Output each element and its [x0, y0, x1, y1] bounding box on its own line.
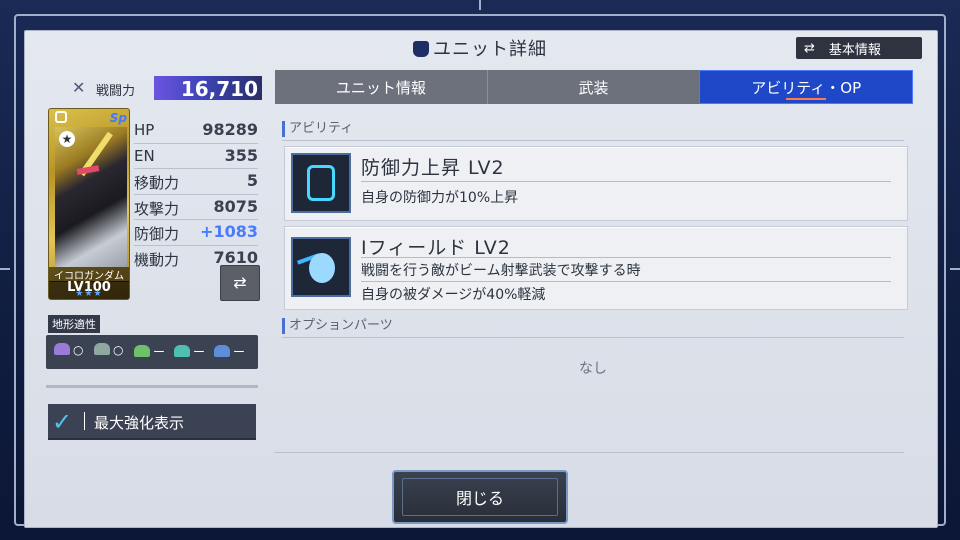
close-button[interactable]: 閉じる	[392, 470, 568, 524]
tab-unit-info[interactable]: ユニット情報	[275, 70, 487, 104]
tab-ability-op[interactable]: アビリティ・OP	[699, 70, 914, 104]
stats-list: HP 98289 EN 355 移動力 5 攻撃力 8075 防御力 +1083…	[134, 118, 258, 270]
unit-portrait	[55, 127, 127, 267]
ability-description-line-1: 戦闘を行う敵がビーム射撃武装で攻撃する時	[361, 263, 641, 279]
options-section-rule	[282, 337, 904, 338]
terrain-aptitude: ○ ○ ー ー ー	[46, 335, 258, 369]
shield-badge-icon	[55, 111, 67, 123]
shuffle-icon: ⇄	[804, 40, 815, 56]
i-field-emblem	[309, 253, 335, 283]
frame-tick-right	[950, 268, 960, 270]
i-field-icon	[291, 237, 351, 297]
terrain-mountain: ー	[134, 343, 174, 361]
frame-tick-top	[479, 0, 481, 10]
swap-unit-button[interactable]: ⇄	[220, 265, 260, 301]
stat-row-hp: HP 98289	[134, 118, 258, 144]
ability-item[interactable]: Iフィールド LV2 戦闘を行う敵がビーム射撃武装で攻撃する時 自身の被ダメージ…	[284, 226, 908, 310]
stat-row-attack: 攻撃力 8075	[134, 195, 258, 220]
active-tab-indicator	[786, 98, 827, 100]
unit-rarity-stars: ★★★	[75, 289, 103, 299]
crossed-swords-icon: ✕	[72, 78, 86, 97]
ability-section-heading: アビリティ	[282, 121, 353, 137]
tab-bar: ユニット情報 武装 アビリティ・OP	[275, 70, 914, 104]
combat-power-label: 戦闘力	[96, 84, 136, 99]
frame-tick-left	[0, 268, 10, 270]
ability-rule	[361, 181, 891, 182]
space-icon	[54, 343, 70, 355]
terrain-underwater: ー	[214, 343, 254, 361]
max-enhance-toggle[interactable]: ✓ 最大強化表示	[48, 404, 256, 440]
content-bottom-rule	[274, 452, 904, 453]
basic-info-button[interactable]: ⇄ 基本情報	[796, 37, 922, 59]
sp-badge: Sp	[109, 111, 127, 125]
ability-rule	[361, 281, 891, 282]
shield-icon	[291, 153, 351, 213]
terrain-space: ○	[54, 343, 94, 361]
shield-icon-glyph	[307, 165, 335, 201]
left-divider	[46, 385, 258, 388]
stat-row-move: 移動力 5	[134, 169, 258, 195]
ability-name: 防御力上昇 LV2	[361, 157, 505, 179]
star-badge-icon: ★	[59, 131, 75, 147]
checkmark-icon: ✓	[52, 408, 73, 436]
gundam-head-icon	[413, 41, 429, 57]
swap-icon: ⇄	[233, 273, 247, 292]
ability-item[interactable]: 防御力上昇 LV2 自身の防御力が10%上昇	[284, 146, 908, 221]
options-section-heading: オプションパーツ	[282, 318, 393, 334]
water-icon	[174, 345, 190, 357]
mountain-icon	[134, 345, 150, 357]
ability-section-rule	[282, 140, 904, 141]
stat-row-defense: 防御力 +1083	[134, 220, 258, 246]
underwater-icon	[214, 345, 230, 357]
ability-name: Iフィールド LV2	[361, 237, 511, 259]
tab-weapons[interactable]: 武装	[486, 70, 700, 104]
combat-power-bar: 16,710	[154, 76, 262, 101]
ability-rule	[361, 257, 891, 258]
toggle-separator	[84, 412, 85, 430]
unit-card[interactable]: ★ Sp イコロガンダム LV100 ★★★	[48, 108, 130, 300]
max-enhance-label: 最大強化表示	[94, 414, 185, 432]
ability-description: 自身の防御力が10%上昇	[361, 190, 519, 206]
terrain-water: ー	[174, 343, 214, 361]
options-empty-text: なし	[579, 361, 607, 377]
combat-power: ✕ 戦闘力 16,710	[72, 76, 262, 101]
terrain-label: 地形適性	[48, 315, 100, 333]
ability-description-line-2: 自身の被ダメージが40%軽減	[361, 287, 546, 303]
stat-row-en: EN 355	[134, 144, 258, 169]
combat-power-value: 16,710	[180, 77, 258, 101]
terrain-land: ○	[94, 343, 134, 361]
land-icon	[94, 343, 110, 355]
